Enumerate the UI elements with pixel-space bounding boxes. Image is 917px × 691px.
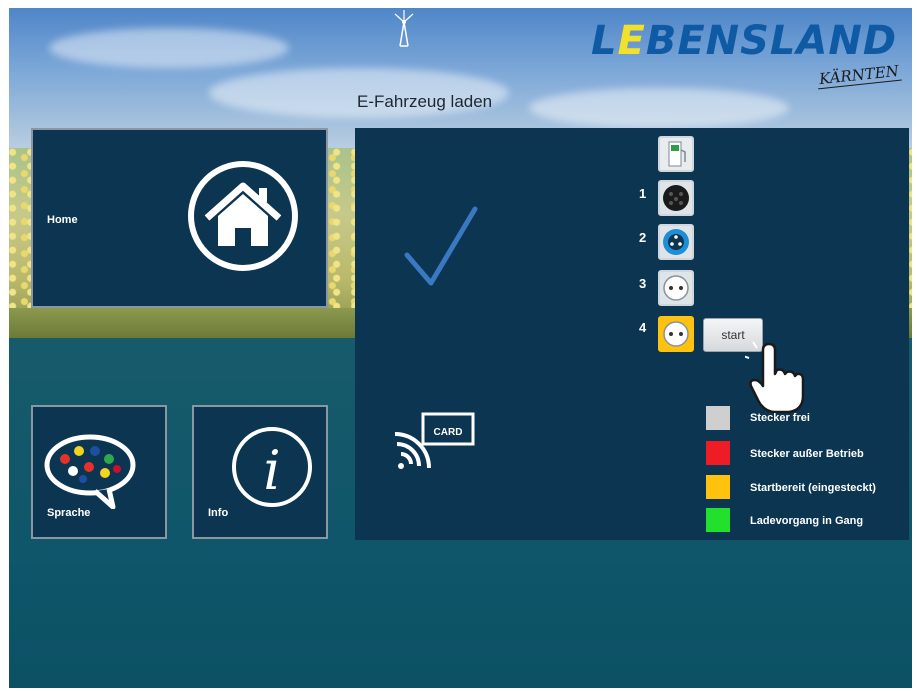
language-tile[interactable]: Sprache	[31, 405, 167, 539]
lebensland-logo: LEBENSLAND	[591, 18, 898, 64]
card-reader-icon: CARD	[394, 412, 475, 469]
slot-number-4: 4	[639, 320, 647, 335]
home-label: Home	[47, 214, 78, 226]
schuko-plug-icon[interactable]	[658, 270, 694, 306]
charging-panel	[355, 128, 909, 540]
kiosk-screen: LEBENSLAND KÄRNTEN E-Fahrzeug laden Home…	[9, 8, 912, 688]
slot-number-1: 1	[639, 186, 647, 201]
legend-label-charging: Ladevorgang in Gang	[750, 515, 864, 527]
slot-number-2: 2	[639, 230, 647, 245]
cee-plug-icon[interactable]	[658, 224, 694, 260]
legend-label-free: Stecker frei	[750, 412, 810, 424]
info-tile[interactable]: i Info	[192, 405, 328, 539]
windmill-icon	[394, 10, 414, 47]
checkmark-icon	[404, 206, 478, 286]
legend-label-ready: Startbereit (eingesteckt)	[750, 482, 876, 494]
language-speech-bubble-icon	[44, 434, 136, 509]
info-label: Info	[208, 507, 229, 519]
legend-swatch-out-of-order	[706, 441, 730, 465]
legend-swatch-free	[706, 406, 730, 430]
legend-swatch-ready	[706, 475, 730, 499]
language-label: Sprache	[47, 507, 91, 519]
svg-text:i: i	[263, 439, 280, 502]
legend-label-out-of-order: Stecker außer Betrieb	[750, 448, 864, 460]
home-icon	[188, 161, 298, 271]
legend-swatch-charging	[706, 508, 730, 532]
slot-number-3: 3	[639, 276, 647, 291]
info-icon: i	[232, 427, 312, 507]
svg-text:CARD: CARD	[434, 427, 463, 438]
hand-pointer-icon	[745, 340, 805, 414]
home-tile[interactable]: Home	[31, 128, 328, 308]
schuko-plug-icon[interactable]	[658, 316, 694, 352]
charging-station-icon	[658, 136, 694, 172]
type2-plug-icon[interactable]	[658, 180, 694, 216]
page-title: E-Fahrzeug laden	[357, 92, 493, 111]
